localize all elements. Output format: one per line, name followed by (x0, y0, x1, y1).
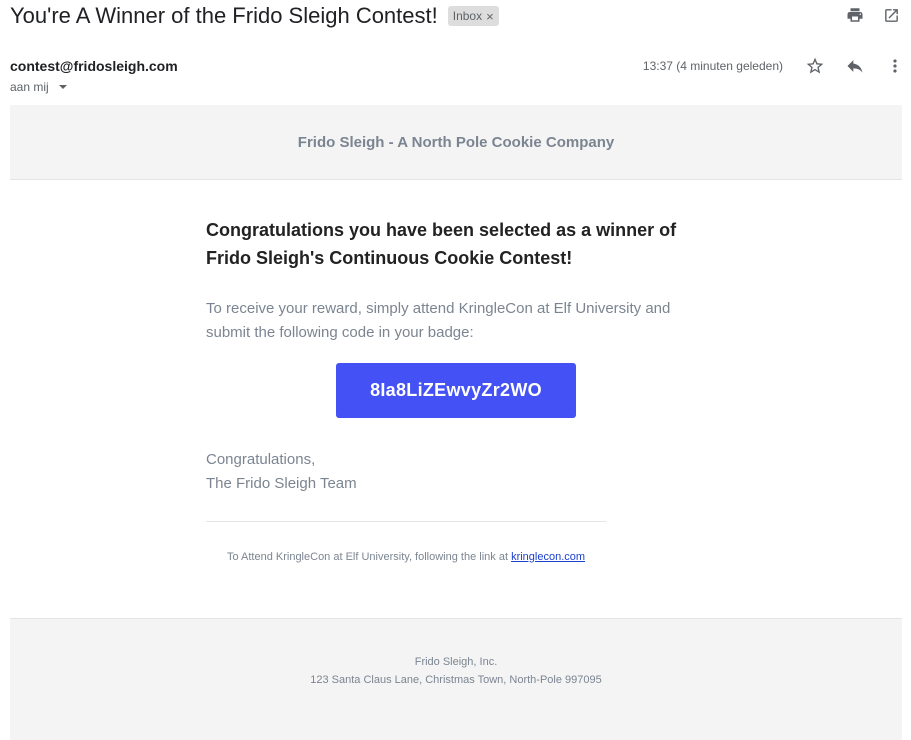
email-content: Congratulations you have been selected a… (206, 216, 706, 345)
print-icon[interactable] (845, 5, 865, 25)
company-banner: Frido Sleigh - A North Pole Cookie Compa… (10, 105, 902, 180)
more-vert-icon[interactable] (885, 56, 905, 76)
signoff-line-2: The Frido Sleigh Team (206, 475, 357, 492)
kringlecon-link[interactable]: kringlecon.com (511, 551, 585, 563)
footer-note: To Attend KringleCon at Elf University, … (206, 551, 606, 563)
subject-row: You're A Winner of the Frido Sleigh Cont… (10, 2, 499, 30)
divider (206, 521, 606, 522)
email-footer: Frido Sleigh, Inc. 123 Santa Claus Lane,… (10, 618, 902, 740)
inbox-label-chip[interactable]: Inbox × (447, 6, 499, 26)
sender-address[interactable]: contest@fridosleigh.com (10, 58, 178, 74)
headline: Congratulations you have been selected a… (206, 216, 706, 272)
intro-line-1: To receive your reward, simply attend Kr… (206, 300, 671, 317)
email-view: You're A Winner of the Frido Sleigh Cont… (0, 0, 911, 740)
message-timestamp: 13:37 (4 minuten geleden) (642, 59, 783, 73)
banner-title: Frido Sleigh - A North Pole Cookie Compa… (297, 133, 615, 151)
message-meta: 13:37 (4 minuten geleden) (643, 56, 905, 76)
signoff: Congratulations, The Frido Sleigh Team (206, 448, 357, 496)
reward-code-button[interactable]: 8Ia8LiZEwvyZr2WO (336, 363, 576, 418)
intro-line-2: submit the following code in your badge: (206, 324, 474, 341)
footer-address: 123 Santa Claus Lane, Christmas Town, No… (310, 674, 602, 686)
footer-company: Frido Sleigh, Inc. (414, 656, 498, 668)
headline-line-2: Frido Sleigh's Continuous Cookie Contest… (206, 248, 573, 268)
star-icon[interactable] (805, 56, 825, 76)
recipient-label: aan mij (10, 80, 49, 94)
remove-label-icon[interactable]: × (486, 9, 494, 24)
recipient-details-caret-icon[interactable] (58, 85, 67, 89)
recipient-row[interactable]: aan mij (10, 80, 67, 94)
top-toolbar (845, 5, 901, 25)
signoff-line-1: Congratulations, (206, 451, 316, 468)
footer-note-text: To Attend KringleCon at Elf University, … (226, 551, 512, 563)
inbox-label-text: Inbox (452, 9, 483, 23)
intro-text: To receive your reward, simply attend Kr… (206, 297, 706, 345)
headline-line-1: Congratulations you have been selected a… (206, 220, 677, 240)
email-subject: You're A Winner of the Frido Sleigh Cont… (10, 3, 438, 28)
reply-icon[interactable] (845, 56, 865, 76)
open-in-new-window-icon[interactable] (881, 5, 901, 25)
